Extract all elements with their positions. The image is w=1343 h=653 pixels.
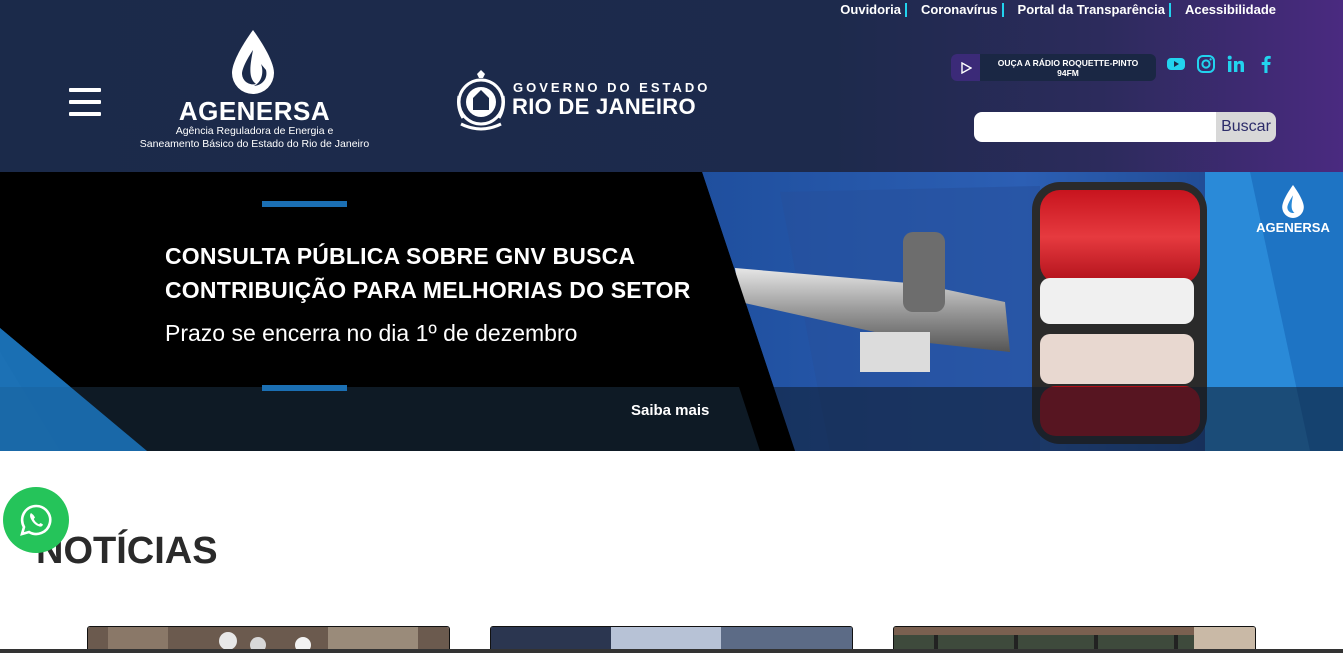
radio-label-line2: 94FM <box>1057 67 1079 78</box>
radio-label: OUÇA A RÁDIO ROQUETTE-PINTO 94FM <box>980 58 1156 78</box>
brand-subtitle: Agência Reguladora de Energia e Saneamen… <box>132 125 377 151</box>
nav-separator <box>1001 2 1004 17</box>
water-drop-icon <box>232 30 274 94</box>
state-crest-icon <box>457 70 505 131</box>
radio-label-line1: OUÇA A RÁDIO ROQUETTE-PINTO <box>997 57 1139 68</box>
instagram-icon[interactable] <box>1196 54 1216 74</box>
menu-icon[interactable] <box>69 86 101 118</box>
nav-link-acessibilidade[interactable]: Acessibilidade <box>1185 2 1276 17</box>
saiba-mais-link[interactable]: Saiba mais <box>631 402 709 419</box>
banner-brand-name: AGENERSA <box>1256 220 1330 235</box>
gov-line1: GOVERNO DO ESTADO <box>513 80 711 95</box>
radio-player-button[interactable]: OUÇA A RÁDIO ROQUETTE-PINTO 94FM <box>951 54 1156 81</box>
water-drop-icon <box>1282 185 1304 218</box>
hero-banner[interactable]: CONSULTA PÚBLICA SOBRE GNV BUSCA CONTRIB… <box>0 172 1343 451</box>
brand-subtitle-line2: Saneamento Básico do Estado do Rio de Ja… <box>139 138 370 150</box>
nav-link-portal-transparencia[interactable]: Portal da Transparência <box>1018 2 1165 17</box>
governo-rj-logo[interactable]: GOVERNO DO ESTADO RIO DE JANEIRO <box>455 68 715 134</box>
play-icon <box>951 54 980 81</box>
bottom-divider <box>0 649 1343 653</box>
banner-title-line1: CONSULTA PÚBLICA SOBRE GNV BUSCA <box>165 243 636 269</box>
decorative-bar <box>262 201 347 207</box>
brand-name: AGENERSA <box>178 96 331 126</box>
decorative-bar <box>262 385 347 391</box>
nav-separator <box>904 2 907 17</box>
top-navigation: Ouvidoria Coronavírus Portal da Transpar… <box>840 2 1276 17</box>
banner-agenersa-logo: AGENERSA <box>1255 184 1331 236</box>
social-links <box>1166 54 1276 74</box>
banner-subtitle: Prazo se encerra no dia 1º de dezembro <box>165 320 578 346</box>
site-header: Ouvidoria Coronavírus Portal da Transpar… <box>0 0 1343 172</box>
linkedin-icon[interactable] <box>1226 54 1246 74</box>
brand-subtitle-line1: Agência Reguladora de Energia e <box>175 125 334 137</box>
banner-title-line2: CONTRIBUIÇÃO PARA MELHORIAS DO SETOR <box>165 277 691 303</box>
agenersa-logo[interactable]: AGENERSA Agência Reguladora de Energia e… <box>132 28 377 153</box>
search-input[interactable] <box>974 112 1216 142</box>
nav-separator <box>1168 2 1171 17</box>
nav-link-coronavirus[interactable]: Coronavírus <box>921 2 998 17</box>
whatsapp-icon[interactable] <box>3 487 69 553</box>
search-form: Buscar <box>974 112 1276 142</box>
search-button[interactable]: Buscar <box>1216 112 1276 142</box>
banner-title: CONSULTA PÚBLICA SOBRE GNV BUSCA CONTRIB… <box>165 239 691 307</box>
youtube-icon[interactable] <box>1166 54 1186 74</box>
gov-line2: RIO DE JANEIRO <box>512 94 696 119</box>
facebook-icon[interactable] <box>1256 54 1276 74</box>
nav-link-ouvidoria[interactable]: Ouvidoria <box>840 2 901 17</box>
